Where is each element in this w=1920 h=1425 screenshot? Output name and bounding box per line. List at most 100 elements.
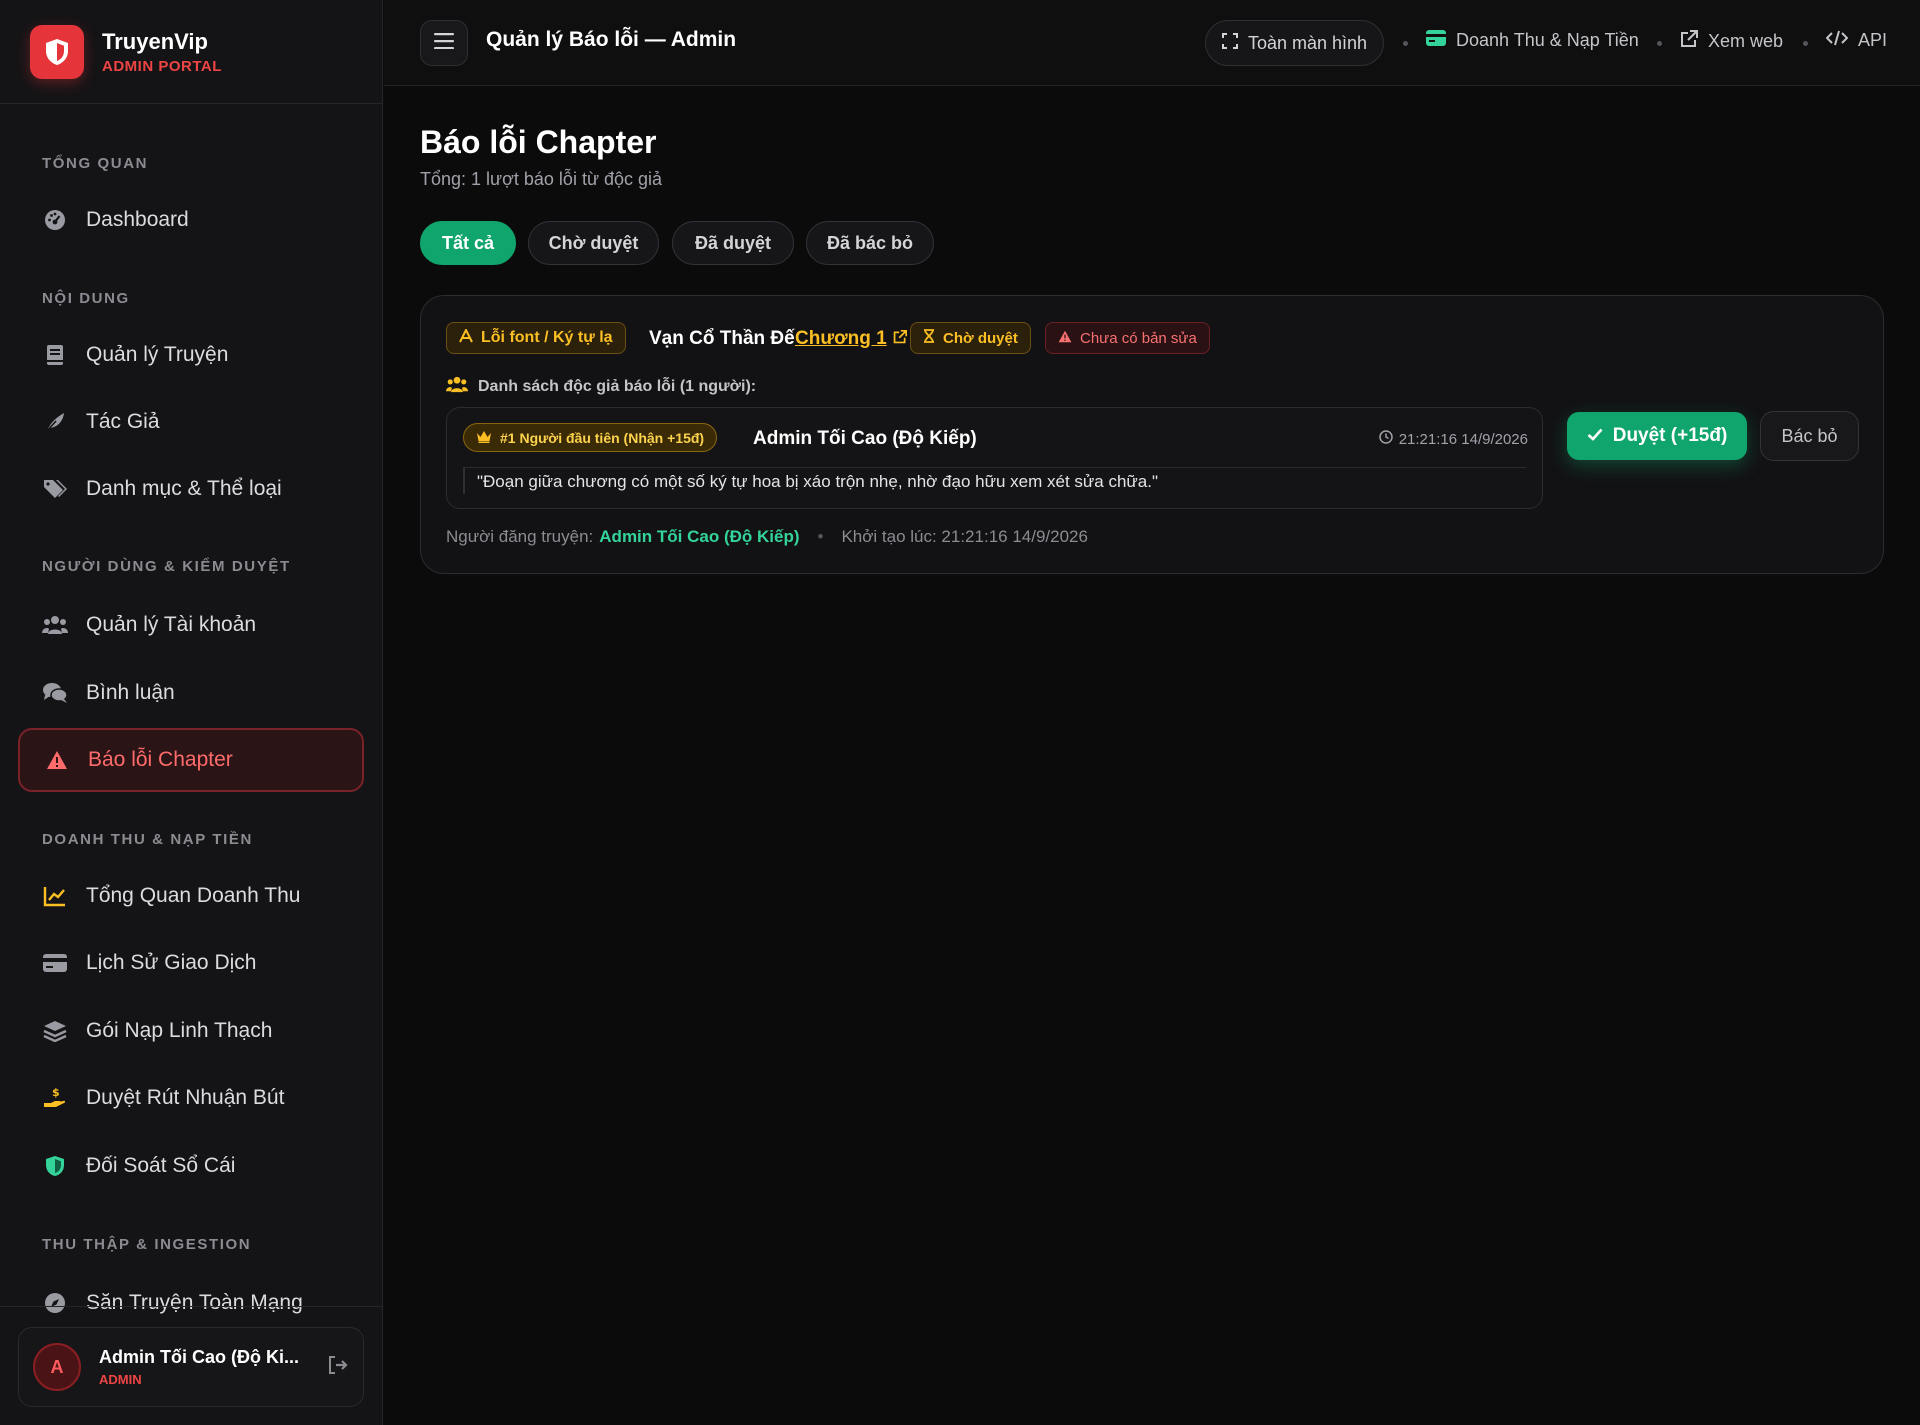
view-site-label: Xem web (1708, 31, 1784, 51)
hand-coin-icon: $ (42, 1085, 68, 1111)
uploader-name[interactable]: Admin Tối Cao (Độ Kiếp) (599, 527, 799, 547)
quote-bar (463, 468, 465, 494)
external-link-icon (893, 328, 907, 350)
chart-line-icon (42, 883, 68, 909)
users-icon (446, 376, 468, 398)
chapter-link[interactable]: Chương 1 (795, 328, 907, 350)
sidebar-item-revenue-overview[interactable]: Tổng Quan Doanh Thu (18, 864, 364, 928)
sidebar-item-categories[interactable]: Danh mục & Thể loại (18, 457, 364, 521)
nav-section-overview: TỔNG QUAN (42, 155, 149, 172)
sidebar-item-dashboard[interactable]: Dashboard (18, 188, 364, 252)
view-site-link[interactable]: Xem web (1680, 30, 1783, 53)
error-type-label: Lỗi font / Ký tự lạ (481, 329, 613, 346)
sidebar-item-chapter-reports[interactable]: Báo lỗi Chapter (18, 728, 364, 792)
sidebar-item-label: Duyệt Rút Nhuận Bút (86, 1086, 285, 1109)
layers-icon (42, 1018, 68, 1044)
tab-rejected[interactable]: Đã bác bỏ (806, 221, 934, 265)
brand-subtitle: ADMIN PORTAL (102, 57, 222, 75)
report-timestamp: 21:21:16 14/9/2026 (1378, 430, 1528, 448)
sidebar-item-label: Tổng Quan Doanh Thu (86, 884, 301, 907)
dashboard-gauge-icon (42, 207, 68, 233)
tab-approved[interactable]: Đã duyệt (672, 221, 794, 265)
warning-icon (44, 747, 70, 773)
code-icon (1825, 30, 1849, 51)
sidebar-item-label: Danh mục & Thể loại (86, 477, 282, 500)
tab-all[interactable]: Tất cả (420, 221, 516, 265)
tags-icon (42, 476, 68, 502)
menu-toggle-button[interactable] (420, 20, 468, 66)
user-role: ADMIN (99, 1372, 142, 1387)
api-link[interactable]: API (1825, 30, 1888, 51)
sidebar-item-label: Gói Nạp Linh Thạch (86, 1019, 273, 1042)
reporter-name: Admin Tối Cao (Độ Kiếp) (753, 428, 977, 449)
created-at: Khởi tạo lúc: 21:21:16 14/9/2026 (841, 527, 1088, 546)
status-label: Chờ duyệt (943, 329, 1018, 347)
brand-name: TruyenVip (102, 28, 208, 54)
warning-icon (1058, 330, 1072, 347)
svg-text:$: $ (52, 1086, 60, 1099)
sidebar-item-withdrawals[interactable]: $ Duyệt Rút Nhuận Bút (18, 1066, 364, 1130)
hamburger-icon (434, 32, 454, 54)
crown-icon (476, 430, 492, 446)
api-label: API (1858, 30, 1888, 50)
shield-icon (42, 1153, 68, 1179)
page-header-title: Quản lý Báo lỗi — Admin (486, 28, 737, 51)
sidebar-item-comments[interactable]: Bình luận (18, 661, 364, 725)
sidebar-item-story-hunt[interactable]: Săn Truyện Toàn Mạng (18, 1271, 364, 1323)
status-badge: Chờ duyệt (910, 322, 1031, 354)
reject-button[interactable]: Bác bỏ (1760, 411, 1859, 461)
sidebar-item-transactions[interactable]: Lịch Sử Giao Dịch (18, 931, 364, 995)
sidebar-item-ledger-reconcile[interactable]: Đối Soát Sổ Cái (18, 1134, 364, 1198)
reporters-heading-label: Danh sách độc giả báo lỗi (1 người): (478, 378, 757, 395)
user-card[interactable]: A Admin Tối Cao (Độ Ki... ADMIN (18, 1327, 364, 1407)
chapter-label: Chương 1 (795, 328, 887, 349)
separator-dot (1657, 41, 1662, 46)
first-reporter-label: #1 Người đầu tiên (Nhận +15đ) (500, 429, 705, 446)
sidebar-item-authors[interactable]: Tác Giả (18, 390, 364, 454)
logout-icon[interactable] (327, 1355, 349, 1380)
sidebar-item-stories[interactable]: Quản lý Truyện (18, 323, 364, 387)
sidebar-item-accounts[interactable]: Quản lý Tài khoản (18, 593, 364, 657)
book-icon (42, 342, 68, 368)
sidebar-item-label: Quản lý Truyện (86, 343, 229, 366)
fullscreen-button[interactable]: Toàn màn hình (1205, 20, 1384, 66)
revenue-link-label: Doanh Thu & Nạp Tiền (1456, 30, 1639, 50)
nav-section-ingestion: THU THẬP & INGESTION (42, 1236, 252, 1253)
fullscreen-label: Toàn màn hình (1247, 32, 1368, 53)
nav-section-revenue: DOANH THU & NẠP TIỀN (42, 831, 253, 848)
reporter-entry: #1 Người đầu tiên (Nhận +15đ) Admin Tối … (446, 407, 1543, 509)
divider (463, 467, 1526, 468)
sidebar-item-label: Báo lỗi Chapter (88, 748, 233, 771)
tab-pending[interactable]: Chờ duyệt (528, 221, 659, 265)
hourglass-icon (923, 329, 935, 347)
page-title: Báo lỗi Chapter (420, 124, 657, 160)
avatar: A (33, 1343, 81, 1391)
separator-dot (1403, 41, 1408, 46)
report-meta: Người đăng truyện: Admin Tối Cao (Độ Kiế… (446, 527, 1088, 547)
sidebar-item-label: Lịch Sử Giao Dịch (86, 951, 257, 974)
page-subtitle: Tổng: 1 lượt báo lỗi từ độc giả (420, 169, 663, 189)
expand-icon (1221, 32, 1238, 54)
feather-icon (42, 409, 68, 435)
brand[interactable]: TruyenVip ADMIN PORTAL (0, 0, 382, 104)
sidebar-item-topup-packages[interactable]: Gói Nạp Linh Thạch (18, 999, 364, 1063)
sidebar-item-label: Đối Soát Sổ Cái (86, 1154, 236, 1177)
uploader-label: Người đăng truyện: (446, 527, 594, 546)
user-name: Admin Tối Cao (Độ Ki... (99, 1347, 299, 1367)
credit-card-icon (42, 950, 68, 976)
sidebar-item-label: Quản lý Tài khoản (86, 613, 257, 636)
fix-status-label: Chưa có bản sửa (1080, 329, 1197, 347)
sidebar-item-label: Tác Giả (86, 410, 160, 433)
sidebar-item-label: Dashboard (86, 208, 189, 231)
revenue-link[interactable]: Doanh Thu & Nạp Tiền (1426, 30, 1639, 51)
font-error-icon (459, 327, 473, 348)
separator-dot (1803, 41, 1808, 46)
separator-dot: • (817, 527, 824, 546)
topbar: Quản lý Báo lỗi — Admin Toàn màn hình Do… (384, 0, 1920, 86)
compass-icon (42, 1290, 68, 1316)
external-link-icon (1680, 30, 1698, 53)
approve-button[interactable]: Duyệt (+15đ) (1567, 412, 1747, 460)
sidebar-item-label: Bình luận (86, 681, 175, 704)
fix-status-badge: Chưa có bản sửa (1045, 322, 1210, 354)
report-message: "Đoạn giữa chương có một số ký tự hoa bị… (477, 472, 1158, 491)
